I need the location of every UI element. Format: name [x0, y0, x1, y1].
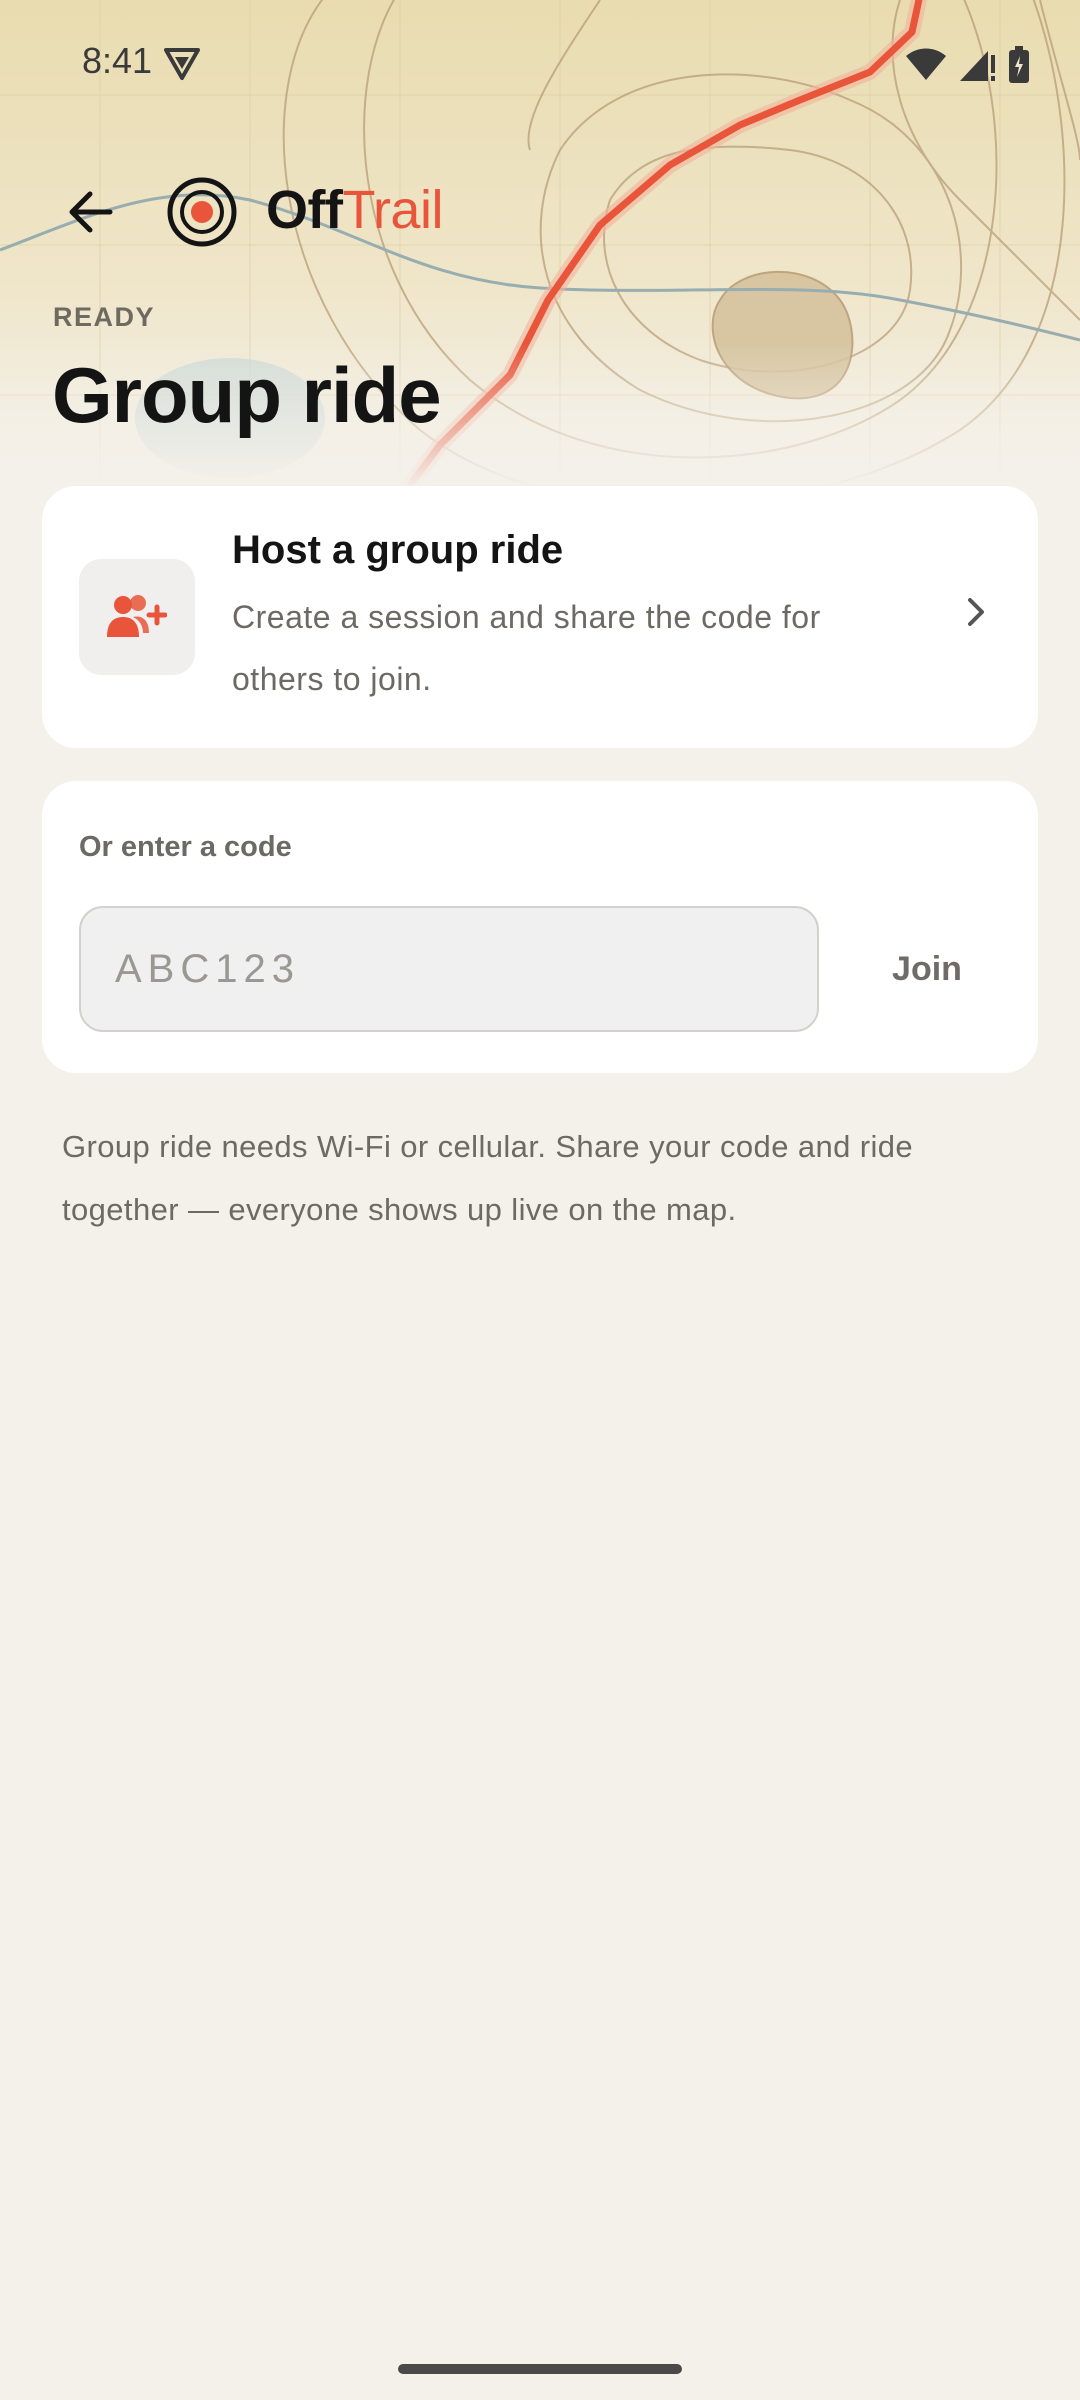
add-person-icon — [107, 595, 167, 637]
host-group-ride-card[interactable]: Host a group ride Create a session and s… — [42, 486, 1038, 748]
host-card-description: Create a session and share the code for … — [232, 599, 821, 697]
brand-wordmark: OffTrail — [266, 180, 443, 240]
page-title: Group ride — [52, 351, 442, 439]
connectivity-note: Group ride needs Wi-Fi or cellular. Shar… — [62, 1129, 914, 1227]
host-card-title: Host a group ride — [232, 528, 564, 572]
shield-icon — [164, 48, 200, 80]
brand-off: Off — [266, 180, 343, 240]
status-bar: 8:41 — [0, 0, 1080, 126]
back-arrow-icon[interactable] — [62, 184, 132, 240]
join-code-card: Or enter a code Join — [42, 781, 1038, 1073]
wifi-icon — [906, 48, 946, 80]
status-time: 8:41 — [82, 40, 153, 81]
brand-trail: Trail — [342, 180, 443, 240]
page-overline: READY — [53, 302, 156, 332]
status-icons — [904, 46, 1030, 84]
host-icon-container — [79, 559, 195, 675]
home-indicator[interactable] — [398, 2364, 682, 2374]
cell-signal-icon — [960, 51, 995, 81]
join-button[interactable]: Join — [852, 926, 1002, 1012]
battery-icon — [1009, 46, 1029, 83]
join-code-label: Or enter a code — [79, 831, 292, 863]
code-input[interactable] — [79, 906, 819, 1032]
logo-target-icon — [167, 177, 237, 247]
chevron-right-icon — [968, 598, 984, 626]
top-app-bar: OffTrail — [0, 160, 1080, 260]
